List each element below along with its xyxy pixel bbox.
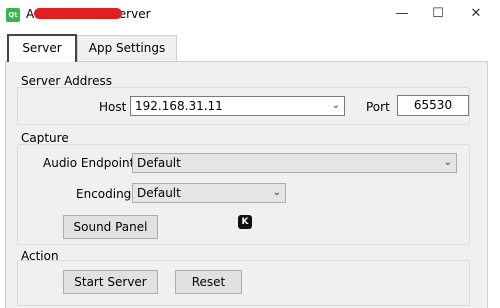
server-address-group-title: Server Address <box>21 74 112 88</box>
tab-app-settings[interactable]: App Settings <box>77 35 177 62</box>
title-redaction <box>34 8 122 19</box>
maximize-button[interactable]: ☐ <box>430 6 446 22</box>
audio-endpoint-combobox[interactable]: Default ⌄ <box>132 153 457 173</box>
tab-server[interactable]: Server <box>7 34 77 62</box>
app-icon: Qt <box>6 8 20 22</box>
port-label: Port <box>366 100 390 114</box>
host-label: Host <box>99 100 127 114</box>
chevron-down-icon: ⌄ <box>443 157 452 168</box>
title-bar[interactable]: Qt Audio Stream Server — ☐ ✕ <box>0 0 500 30</box>
encoding-value: Default <box>137 186 181 200</box>
start-server-button[interactable]: Start Server <box>63 270 158 294</box>
k-icon[interactable]: K <box>238 215 252 229</box>
host-value: 192.168.31.11 <box>135 99 223 113</box>
capture-group-title: Capture <box>21 131 69 145</box>
encoding-combobox[interactable]: Default ⌄ <box>132 183 286 203</box>
minimize-button[interactable]: — <box>394 6 410 22</box>
audio-endpoint-label: Audio Endpoint <box>43 156 135 170</box>
close-button[interactable]: ✕ <box>468 6 484 22</box>
chevron-down-icon: ⌄ <box>272 187 281 198</box>
sound-panel-button[interactable]: Sound Panel <box>63 215 158 239</box>
reset-button[interactable]: Reset <box>175 270 242 294</box>
audio-endpoint-value: Default <box>137 156 181 170</box>
host-combobox[interactable]: 192.168.31.11 ⌄ <box>130 96 345 116</box>
chevron-down-icon: ⌄ <box>331 100 340 111</box>
port-input[interactable]: 65530 <box>397 95 469 116</box>
encoding-label: Encoding <box>76 187 132 201</box>
